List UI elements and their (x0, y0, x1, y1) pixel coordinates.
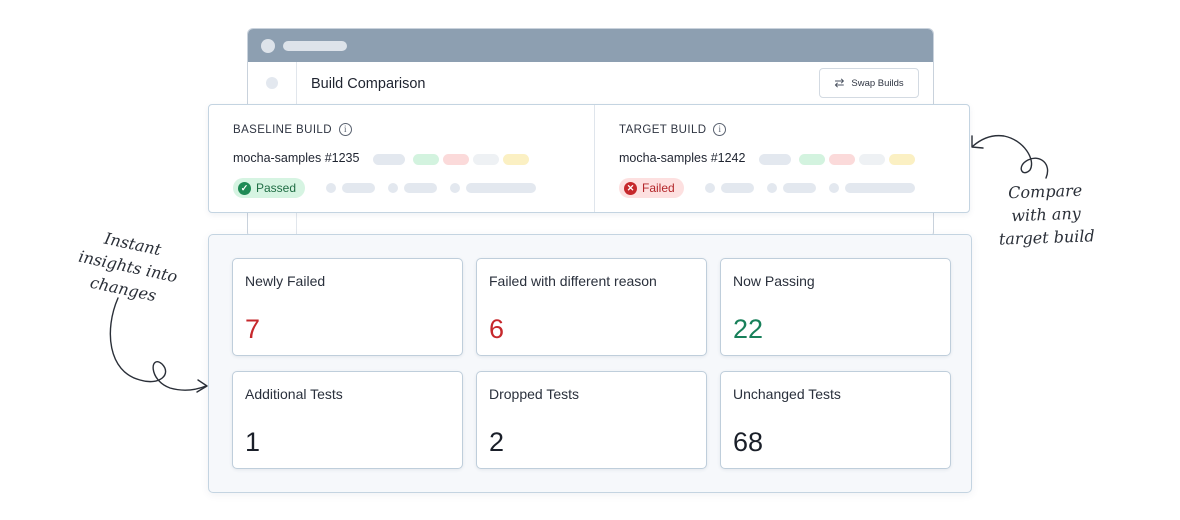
curved-arrow-right-icon (972, 134, 1049, 179)
annotation-arrows (109, 134, 1049, 393)
curved-arrow-left-icon (109, 297, 207, 391)
